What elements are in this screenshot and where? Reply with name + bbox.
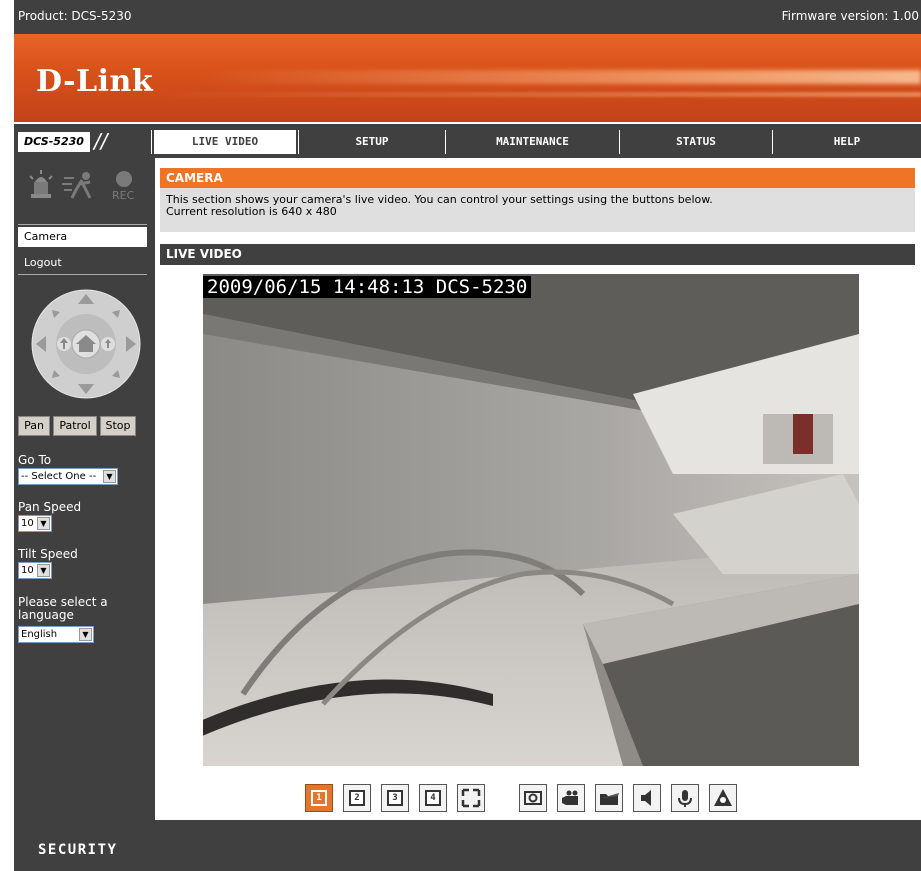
motion-icon bbox=[62, 172, 92, 199]
record-button[interactable] bbox=[557, 784, 585, 812]
video-timestamp-overlay: 2009/06/15 14:48:13 DCS-5230 bbox=[203, 276, 532, 298]
language-label: Please select a language bbox=[18, 595, 108, 622]
chevron-down-icon: ▼ bbox=[103, 470, 116, 483]
speaker-icon bbox=[641, 790, 651, 806]
rec-label: REC bbox=[112, 189, 135, 202]
view2-button[interactable]: 2 bbox=[343, 784, 371, 812]
view1-button[interactable]: 1 bbox=[305, 784, 333, 812]
folder-button[interactable] bbox=[595, 784, 623, 812]
record-icon bbox=[562, 790, 578, 805]
tab-maintenance[interactable]: MAINTENANCE bbox=[446, 128, 619, 156]
sidebar: REC Camera Logout Pan Patrol Stop Go To … bbox=[14, 158, 149, 820]
pan-button[interactable]: Pan bbox=[18, 416, 50, 436]
microphone-button[interactable] bbox=[671, 784, 699, 812]
tab-help[interactable]: HELP bbox=[773, 128, 921, 156]
microphone-icon bbox=[678, 790, 692, 807]
model-label: DCS-5230 bbox=[18, 132, 90, 152]
brand-banner: D-Link bbox=[14, 34, 921, 122]
view2-icon: 2 bbox=[349, 790, 365, 806]
firmware-label: Firmware version: 1.00 bbox=[781, 9, 919, 23]
rec-icon: REC bbox=[112, 171, 135, 202]
chevron-down-icon: ▼ bbox=[79, 628, 92, 641]
app-frame: Product: DCS-5230 Firmware version: 1.00… bbox=[14, 0, 921, 871]
pan-speed-label: Pan Speed bbox=[18, 500, 82, 514]
folder-icon bbox=[600, 793, 619, 805]
tilt-speed-select[interactable]: 10 ▼ bbox=[18, 562, 52, 579]
zoom-out-icon bbox=[101, 337, 115, 351]
zoom-in-icon bbox=[57, 337, 71, 351]
camera-section-body: This section shows your camera's live vi… bbox=[160, 188, 915, 232]
ptz-control[interactable] bbox=[30, 288, 142, 400]
live-video-title: LIVE VIDEO bbox=[160, 244, 915, 265]
alarm-icon bbox=[29, 170, 53, 198]
alarm-trigger-icon bbox=[714, 789, 732, 806]
current-resolution: Current resolution is 640 x 480 bbox=[166, 205, 337, 218]
fullscreen-button[interactable] bbox=[457, 784, 485, 812]
product-label: Product: DCS-5230 bbox=[18, 9, 132, 23]
top-bar: Product: DCS-5230 Firmware version: 1.00 bbox=[14, 0, 921, 32]
footer: SECURITY bbox=[14, 822, 921, 871]
patrol-button[interactable]: Patrol bbox=[53, 416, 97, 436]
language-select[interactable]: English ▼ bbox=[18, 626, 94, 643]
security-label: SECURITY bbox=[38, 842, 118, 858]
view1-icon: 1 bbox=[311, 790, 327, 806]
sidebar-item-camera[interactable]: Camera bbox=[18, 227, 147, 247]
model-badge: DCS-5230 // bbox=[18, 129, 120, 153]
view3-icon: 3 bbox=[387, 790, 403, 806]
pan-speed-select[interactable]: 10 ▼ bbox=[18, 515, 52, 532]
tab-setup[interactable]: SETUP bbox=[299, 128, 445, 156]
tab-live-video[interactable]: LIVE VIDEO bbox=[154, 130, 296, 154]
view4-icon: 4 bbox=[425, 790, 441, 806]
snapshot-icon bbox=[524, 791, 542, 805]
main-nav: DCS-5230 // LIVE VIDEO SETUP MAINTENANCE… bbox=[14, 128, 921, 156]
goto-label: Go To bbox=[18, 453, 52, 467]
live-video-feed[interactable]: 2009/06/15 14:48:13 DCS-5230 bbox=[203, 274, 859, 766]
tilt-speed-label: Tilt Speed bbox=[18, 547, 78, 561]
dlink-logo: D-Link bbox=[36, 64, 154, 99]
view4-button[interactable]: 4 bbox=[419, 784, 447, 812]
fullscreen-icon bbox=[461, 788, 481, 808]
stop-button[interactable]: Stop bbox=[100, 416, 136, 436]
snapshot-button[interactable] bbox=[519, 784, 547, 812]
camera-section-title: CAMERA bbox=[160, 168, 915, 188]
alarm-trigger-button[interactable] bbox=[709, 784, 737, 812]
goto-select[interactable]: -- Select One -- ▼ bbox=[18, 468, 118, 485]
ptz-home-icon bbox=[71, 329, 101, 359]
tab-status[interactable]: STATUS bbox=[620, 128, 772, 156]
chevron-down-icon: ▼ bbox=[37, 564, 50, 577]
view3-button[interactable]: 3 bbox=[381, 784, 409, 812]
status-icons: REC bbox=[28, 168, 148, 202]
main-panel: CAMERA This section shows your camera's … bbox=[155, 158, 921, 820]
speaker-button[interactable] bbox=[633, 784, 661, 812]
sidebar-item-logout[interactable]: Logout bbox=[18, 253, 147, 273]
chevron-down-icon: ▼ bbox=[37, 517, 50, 530]
